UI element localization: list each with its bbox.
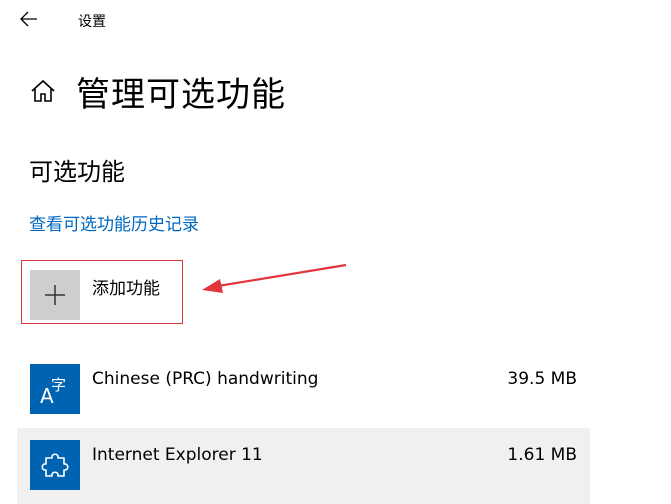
add-feature-label: 添加功能 [92, 279, 160, 299]
language-handwriting-icon: A 字 [30, 364, 80, 414]
feature-item-internet-explorer[interactable]: Internet Explorer 11 1.61 MB [17, 428, 590, 504]
feature-list: A 字 Chinese (PRC) handwriting 39.5 MB In… [17, 352, 590, 504]
view-history-link[interactable]: 查看可选功能历史记录 [29, 210, 199, 235]
title-bar: 设置 [0, 0, 671, 40]
annotation-arrow [202, 263, 347, 293]
section-title: 可选功能 [29, 158, 125, 186]
feature-size: 39.5 MB [507, 369, 577, 389]
page-header: 管理可选功能 [26, 64, 286, 118]
home-button[interactable] [26, 74, 60, 108]
feature-size: 1.61 MB [507, 445, 577, 465]
window-title: 设置 [78, 14, 106, 30]
back-button[interactable] [14, 6, 44, 32]
add-feature-tile [30, 270, 80, 320]
puzzle-piece-icon [30, 440, 80, 490]
home-icon [31, 79, 55, 102]
feature-item-chinese-handwriting[interactable]: A 字 Chinese (PRC) handwriting 39.5 MB [17, 352, 590, 428]
feature-name: Chinese (PRC) handwriting [92, 369, 319, 389]
svg-text:字: 字 [51, 376, 66, 394]
page-title: 管理可选功能 [76, 74, 286, 115]
plus-icon [45, 285, 65, 305]
feature-name: Internet Explorer 11 [92, 445, 263, 465]
add-feature-button[interactable]: 添加功能 [21, 260, 183, 324]
arrow-left-icon [20, 11, 37, 27]
